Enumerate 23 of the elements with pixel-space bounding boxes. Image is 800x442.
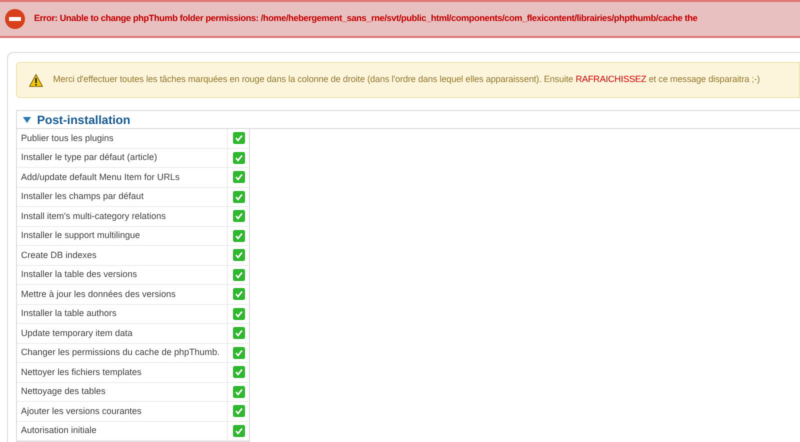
- task-label: Create DB indexes: [17, 246, 228, 264]
- section-header[interactable]: Post-installation: [17, 111, 800, 129]
- task-label: Changer les permissions du cache de phpThumb.: [17, 344, 228, 362]
- task-label: Installer les champs par défaut: [17, 188, 228, 206]
- task-label: Nettoyage des tables: [17, 382, 228, 401]
- task-label: Installer le support multilingue: [17, 226, 228, 245]
- task-label: Installer la table authors: [17, 304, 228, 323]
- task-label: Nettoyer les fichiers templates: [17, 363, 228, 382]
- warning-icon: [29, 74, 43, 86]
- task-label: Autorisation initiale: [17, 422, 228, 440]
- section-title: Post-installation: [37, 112, 130, 128]
- task-label: Add/update default Menu Item for URLs: [17, 168, 228, 186]
- task-label: Installer le type par défaut (article): [17, 148, 228, 167]
- task-label: Installer la table des versions: [17, 266, 228, 284]
- error-icon: [4, 8, 26, 30]
- task-label: Publier tous les plugins: [17, 129, 228, 148]
- task-label: Mettre à jour les données des versions: [17, 285, 228, 304]
- caret-icon: [23, 116, 31, 122]
- task-label: Ajouter les versions courantes: [17, 402, 228, 420]
- task-label: Install item's multi-category relations: [17, 207, 228, 226]
- error-message: Error: Unable to change phpThumb folder permissions: /home/hebergement_sans_rne/svt/public_html/components/com_flexicontent/librairies/phpthumb/cache the: [34, 12, 698, 26]
- notice-text: Merci d'effectuer toutes les tâches marquées en rouge dans la colonne de droite (dans l'ordre dans lequel elles apparaissent). Ensuite RAFRAICHISSEZ et ce message disparaitra ;-): [53, 73, 760, 86]
- task-label: Update temporary item data: [17, 324, 228, 342]
